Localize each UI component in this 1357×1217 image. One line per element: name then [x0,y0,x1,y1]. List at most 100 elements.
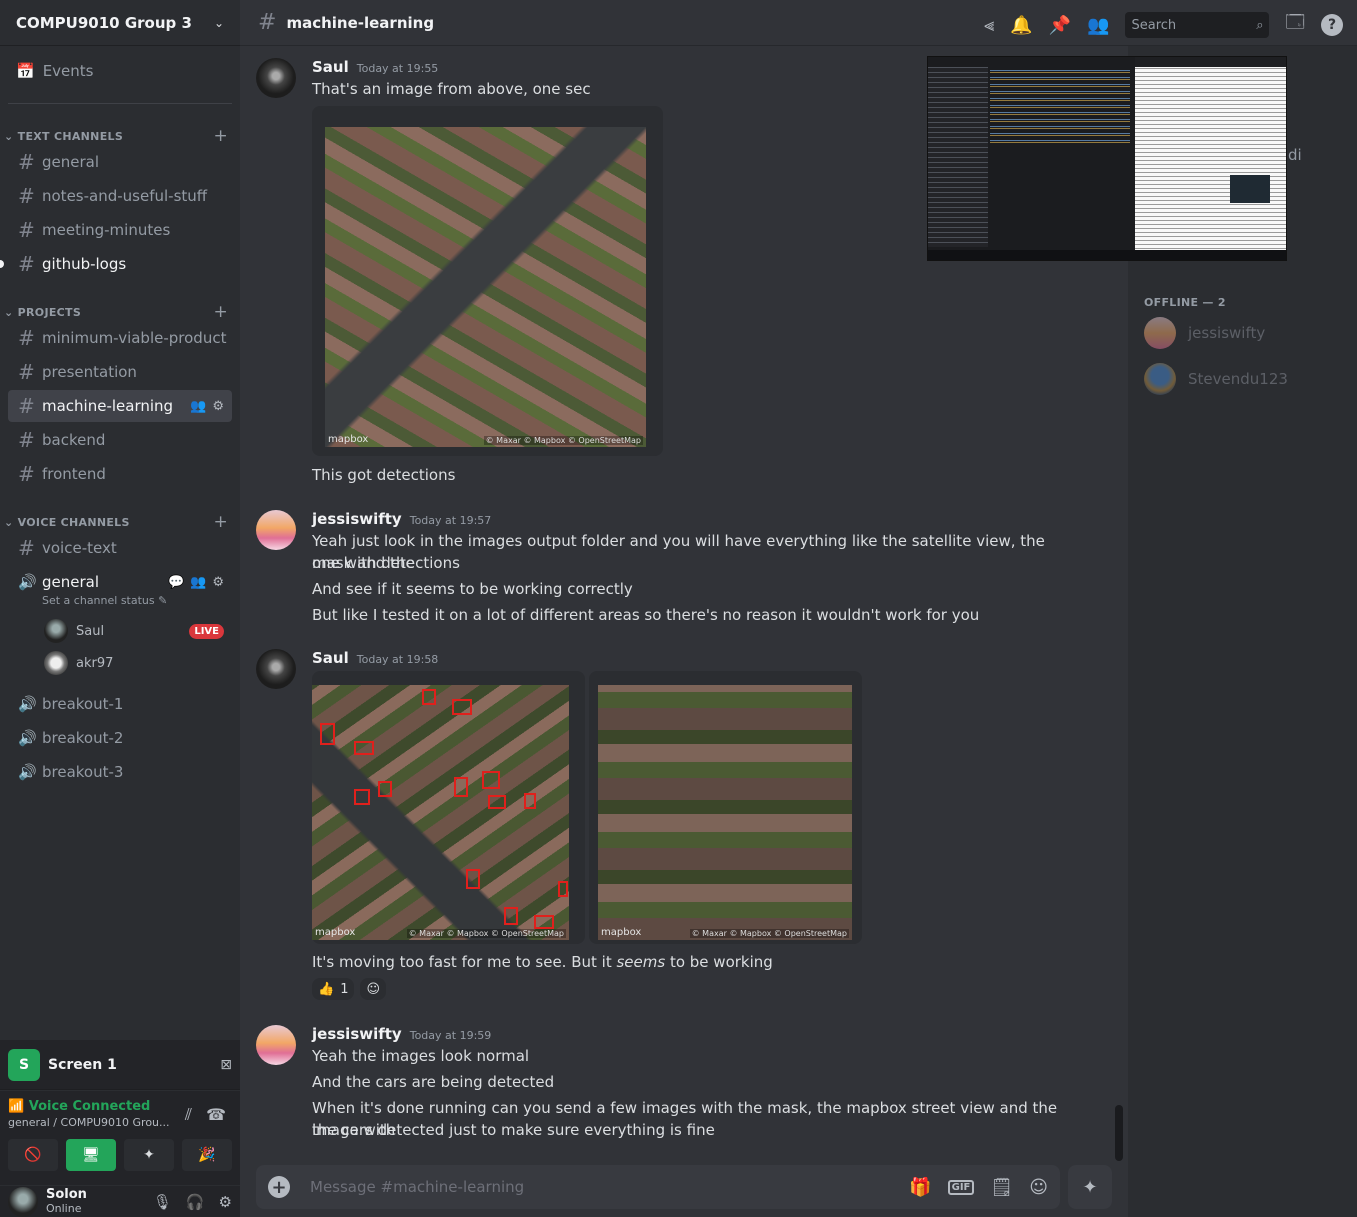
stop-share-icon[interactable]: ⊠ [220,1057,232,1073]
hash-icon: # [18,360,35,384]
share-screen-button[interactable]: 🖥 [66,1139,116,1171]
hash-icon: # [18,394,35,418]
category-voice-channels[interactable]: ⌄ VOICE CHANNELS + [4,512,228,532]
avatar [44,651,68,675]
set-channel-status[interactable]: Set a channel status ✎ [42,594,167,607]
channel-label: general [42,573,100,591]
aerial-image[interactable]: mapbox © Maxar © Mapbox © OpenStreetMap [325,127,646,447]
category-projects[interactable]: ⌄ PROJECTS + [4,302,228,322]
channel-notes-and-useful-stuff[interactable]: # notes-and-useful-stuff [8,180,232,212]
channel-machine-learning[interactable]: # machine-learning 👥 ⚙ [8,390,232,422]
screen-share-panel[interactable]: S Screen 1 ⊠ [0,1040,240,1090]
image-attachment-street[interactable]: mapbox © Maxar © Mapbox © OpenStreetMap [589,671,862,944]
member-list-icon[interactable]: 👥 [1087,15,1109,36]
avatar[interactable] [256,1025,296,1065]
disconnect-icon[interactable]: ☎ [206,1105,226,1125]
car-detection-box [524,793,536,809]
upload-plus-icon[interactable]: + [268,1176,290,1198]
gif-button[interactable]: GIF [947,1179,975,1195]
server-header[interactable]: COMPU9010 Group 3 ⌄ [0,0,240,46]
add-channel-icon[interactable]: + [213,512,228,532]
avatar[interactable] [256,649,296,689]
channel-label: notes-and-useful-stuff [42,187,208,205]
emoji-icon[interactable]: ☺ [1029,1177,1048,1198]
avatar[interactable] [256,510,296,550]
avatar[interactable] [256,58,296,98]
channel-meeting-minutes[interactable]: # meeting-minutes [8,214,232,246]
gear-icon[interactable]: ⚙ [219,1193,232,1211]
events-link[interactable]: 📅 Events [16,62,93,80]
channel-title: machine-learning [286,13,435,32]
voice-channel-breakout-1[interactable]: 🔊 breakout-1 [8,688,232,720]
smiley-icon: ☺ [366,981,381,997]
member-name: jessiswifty [1188,324,1266,342]
sticker-icon[interactable]: 🗒 [990,1177,1013,1198]
reaction-count: 1 [340,981,349,997]
image-attachment[interactable]: mapbox © Maxar © Mapbox © OpenStreetMap [312,106,663,456]
camera-off-button[interactable]: 🚫 [8,1139,58,1171]
microphone-icon[interactable]: 🎙 [153,1193,172,1211]
stream-preview[interactable] [927,56,1287,261]
member-stevendu123[interactable]: Stevendu123 [1144,363,1288,395]
hash-icon: # [18,326,35,350]
channel-voice-text[interactable]: # voice-text [8,532,232,564]
hash-icon: # [258,10,277,35]
chat-bubble-icon[interactable]: 💬 [168,575,184,590]
avatar[interactable] [8,1186,38,1217]
message-text: It's moving too fast for me to see. But … [312,953,773,971]
voice-user-name: akr97 [76,655,114,671]
channel-presentation[interactable]: # presentation [8,356,232,388]
invite-icon[interactable]: 👥 [190,575,206,590]
message-input[interactable] [310,1178,870,1196]
voice-channel-breakout-2[interactable]: 🔊 breakout-2 [8,722,232,754]
offline-header: OFFLINE — 2 [1144,296,1226,309]
add-channel-icon[interactable]: + [213,126,228,146]
add-reaction-button[interactable]: ☺ [360,978,387,1000]
activities-button[interactable]: ✦ [124,1139,174,1171]
voice-user-saul[interactable]: Saul LIVE [44,619,224,643]
aerial-image-detections[interactable]: mapbox © Maxar © Mapbox © OpenStreetMap [312,685,569,940]
search-input[interactable]: Search ⌕ [1125,12,1270,38]
gear-icon[interactable]: ⚙ [212,399,224,414]
apps-icon: ✦ [1082,1176,1098,1198]
chevron-down-icon: ⌄ [213,15,224,30]
headphones-icon[interactable]: 🎧 [186,1193,205,1211]
image-attachment-detections[interactable]: mapbox © Maxar © Mapbox © OpenStreetMap [312,671,585,944]
category-text-channels[interactable]: ⌄ TEXT CHANNELS + [4,126,228,146]
channel-label: frontend [42,465,106,483]
channel-general[interactable]: # general [8,146,232,178]
pin-icon[interactable]: 📌 [1049,15,1071,36]
aerial-image-street[interactable]: mapbox © Maxar © Mapbox © OpenStreetMap [598,685,852,940]
channel-label: minimum-viable-product [42,329,227,347]
voice-user-akr97[interactable]: akr97 [44,651,224,675]
channel-frontend[interactable]: # frontend [8,458,232,490]
unread-indicator [0,260,4,268]
add-channel-icon[interactable]: + [213,302,228,322]
author-name[interactable]: jessiswifty [312,510,402,528]
search-placeholder: Search [1131,17,1177,33]
member-jessiswifty[interactable]: jessiswifty [1144,317,1265,349]
user-name: Solon [46,1186,87,1202]
channel-backend[interactable]: # backend [8,424,232,456]
reaction-thumbs-up[interactable]: 👍 1 [312,978,355,1000]
soundboard-button[interactable]: 🎉 [182,1139,232,1171]
threads-icon[interactable]: ⫷ [984,15,994,36]
server-name: COMPU9010 Group 3 [16,13,192,32]
help-icon[interactable]: ? [1321,14,1343,36]
invite-icon[interactable]: 👥 [190,399,206,414]
author-name[interactable]: Saul [312,649,349,667]
message-text: This got detections [312,466,456,484]
hash-icon: # [18,428,35,452]
author-name[interactable]: jessiswifty [312,1025,402,1043]
gift-icon[interactable]: 🎁 [909,1177,931,1198]
channel-minimum-viable-product[interactable]: # minimum-viable-product [8,322,232,354]
inbox-icon[interactable]: 🗔 [1285,10,1305,40]
channel-github-logs[interactable]: # github-logs [8,248,232,280]
noise-suppression-icon[interactable]: ⫽ [185,1105,192,1125]
scrollbar[interactable] [1115,1105,1123,1161]
voice-channel-breakout-3[interactable]: 🔊 breakout-3 [8,756,232,788]
gear-icon[interactable]: ⚙ [212,575,224,590]
bell-icon[interactable]: 🔔 [1010,15,1032,36]
apps-button[interactable]: ✦ [1068,1165,1112,1209]
author-name[interactable]: Saul [312,58,349,76]
